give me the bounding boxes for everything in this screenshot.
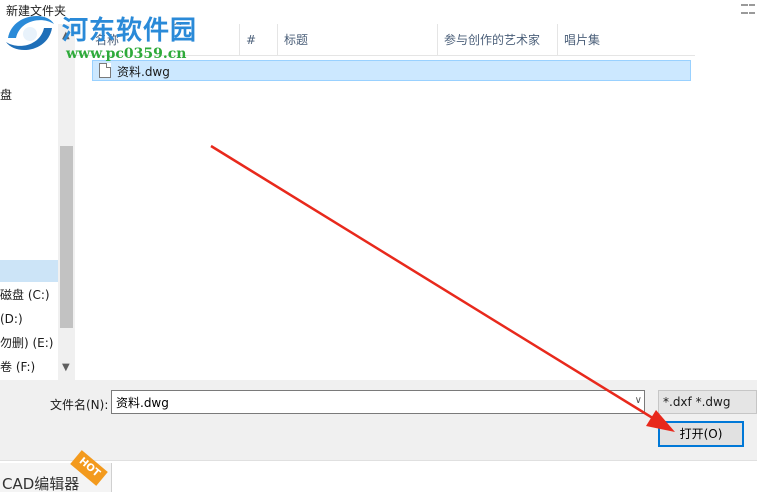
column-header-label: 标题 (284, 33, 309, 47)
nav-item-label: 卷 (F:) (0, 360, 36, 374)
filename-combobox[interactable]: ∨ (111, 390, 645, 414)
file-type-value: *.dxf *.dwg (663, 395, 731, 409)
nav-item-selected[interactable] (0, 260, 58, 282)
column-header-label: 唱片集 (564, 33, 601, 47)
nav-item-drive-c[interactable]: 磁盘 (C:) (0, 284, 58, 306)
watermark-url: www.pc0359.cn (66, 46, 187, 62)
watermark-logo-icon (6, 15, 54, 51)
filename-input[interactable] (114, 393, 614, 411)
column-header-label: 参与创作的艺术家 (444, 33, 541, 47)
column-header-label: # (246, 33, 257, 47)
column-header-title[interactable]: 标题 (278, 24, 438, 56)
dialog-footer: 文件名(N): ∨ *.dxf *.dwg 打开(O) (0, 380, 757, 460)
column-header-artist[interactable]: 参与创作的艺术家 (438, 24, 558, 56)
file-type-select[interactable]: *.dxf *.dwg (658, 390, 757, 414)
taskbar-app-label: CAD编辑器 (2, 475, 80, 492)
scrollbar-thumb[interactable] (60, 146, 73, 328)
nav-item-drive-e[interactable]: 勿删) (E:) (0, 332, 58, 354)
filename-label: 文件名(N): (50, 398, 109, 412)
nav-item-disk[interactable]: 盘 (0, 84, 58, 106)
nav-item-label: 磁盘 (C:) (0, 288, 50, 302)
taskbar: CAD编辑器 HOT (0, 450, 757, 492)
column-header-album[interactable]: 唱片集 (558, 24, 695, 56)
watermark: 河东软件园 www.pc0359.cn (0, 4, 200, 66)
taskbar-app-item[interactable]: CAD编辑器 HOT (0, 450, 112, 492)
navigation-pane: 盘 磁盘 (C:) (D:) 勿删) (E:) 卷 (F:) ▲ ▼ (0, 24, 75, 380)
nav-scrollbar[interactable]: ▲ ▼ (58, 24, 75, 380)
column-header-number[interactable]: # (240, 24, 278, 56)
nav-item-label: (D:) (0, 312, 23, 326)
scroll-down-icon[interactable]: ▼ (62, 362, 70, 373)
nav-item-label: 盘 (0, 88, 13, 102)
file-list: ^ 名称 # 标题 参与创作的艺术家 唱片集 资料.dwg (75, 21, 757, 380)
nav-item-drive-d[interactable]: (D:) (0, 308, 58, 330)
watermark-title: 河东软件园 (62, 16, 198, 46)
view-options-icon[interactable] (741, 2, 755, 16)
nav-item-drive-f[interactable]: 卷 (F:) (0, 356, 58, 378)
chevron-down-icon[interactable]: ∨ (635, 395, 642, 406)
nav-item-label: 勿删) (E:) (0, 336, 54, 350)
open-button[interactable]: 打开(O) (658, 421, 744, 447)
